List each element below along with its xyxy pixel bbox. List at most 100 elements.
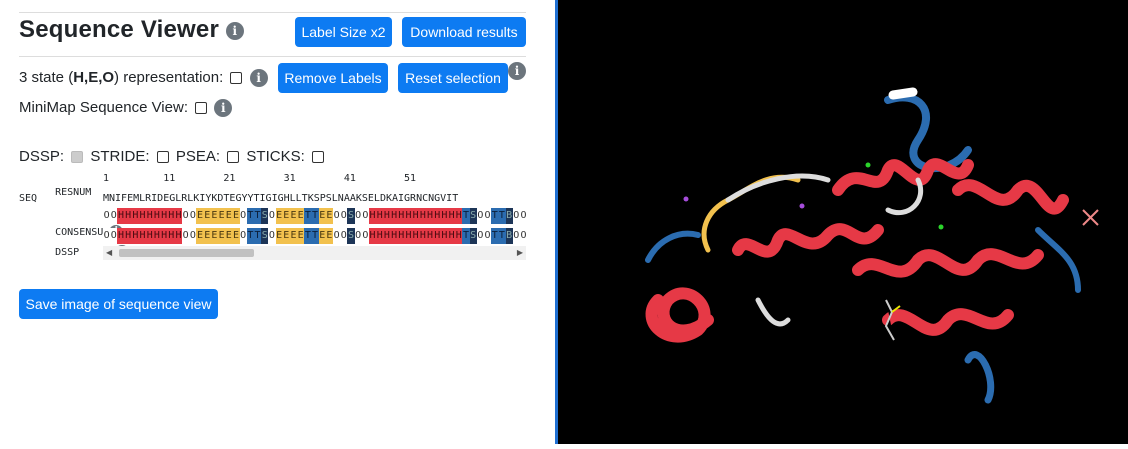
ss-cell[interactable]: H: [368, 228, 377, 244]
ss-cell[interactable]: T: [253, 228, 262, 244]
seq-text[interactable]: MNIFEMLRIDEGLRLKIYKDTEGYYTIGIGHLLTKSPSLN…: [103, 192, 458, 206]
info-icon[interactable]: i: [225, 21, 244, 40]
ss-cell[interactable]: O: [340, 208, 348, 224]
ss-cell[interactable]: S: [261, 208, 269, 224]
ss-cell[interactable]: O: [189, 228, 197, 244]
ss-cell[interactable]: S: [347, 208, 355, 224]
ss-cell[interactable]: O: [110, 228, 118, 244]
ss-cell[interactable]: O: [361, 228, 369, 244]
ss-cell[interactable]: O: [333, 208, 341, 224]
ss-cell[interactable]: E: [297, 208, 305, 224]
ss-cell[interactable]: E: [275, 208, 283, 224]
horizontal-scrollbar[interactable]: ◀ ▶: [103, 246, 526, 260]
ss-cell[interactable]: B: [505, 228, 513, 244]
ss-cell[interactable]: O: [483, 228, 492, 244]
ss-cell[interactable]: T: [498, 208, 506, 224]
ss-cell[interactable]: O: [512, 228, 520, 244]
ss-cell[interactable]: H: [412, 208, 420, 224]
ss-cell[interactable]: H: [419, 228, 427, 244]
stride-checkbox[interactable]: [156, 151, 169, 164]
ss-cell[interactable]: O: [239, 228, 247, 244]
reset-selection-button[interactable]: Reset selection: [398, 63, 508, 93]
ss-cell[interactable]: H: [153, 228, 161, 244]
ss-cell[interactable]: H: [160, 228, 168, 244]
scroll-right-icon[interactable]: ▶: [517, 248, 523, 257]
ss-cell[interactable]: T: [304, 208, 312, 224]
ss-cell[interactable]: E: [218, 228, 226, 244]
ss-cell[interactable]: H: [455, 228, 463, 244]
ss-cell[interactable]: H: [448, 228, 456, 244]
info-icon[interactable]: i: [214, 99, 233, 118]
ss-cell[interactable]: H: [440, 208, 448, 224]
ss-cell[interactable]: H: [412, 228, 420, 244]
ss-cell[interactable]: O: [182, 228, 190, 244]
ss-cell[interactable]: E: [232, 208, 240, 224]
ss-cell[interactable]: E: [210, 208, 218, 224]
ss-cell[interactable]: H: [426, 208, 434, 224]
ss-cell[interactable]: E: [325, 208, 333, 224]
ss-cell[interactable]: B: [505, 208, 513, 224]
ss-cell[interactable]: T: [246, 228, 254, 244]
ss-cell[interactable]: H: [397, 228, 405, 244]
ss-cell[interactable]: H: [167, 208, 175, 224]
ss-cell[interactable]: H: [368, 208, 377, 224]
ss-cell[interactable]: O: [268, 228, 276, 244]
ss-cell[interactable]: T: [462, 208, 470, 224]
ss-cell[interactable]: H: [117, 208, 125, 224]
scroll-left-icon[interactable]: ◀: [106, 248, 112, 257]
ss-cell[interactable]: H: [455, 208, 463, 224]
ss-cell[interactable]: O: [519, 208, 526, 224]
ss-cell[interactable]: H: [174, 208, 183, 224]
ss-cell[interactable]: O: [476, 228, 484, 244]
ss-cell[interactable]: S: [469, 208, 477, 224]
ss-cell[interactable]: H: [167, 228, 175, 244]
ss-cell[interactable]: S: [469, 228, 477, 244]
download-results-button[interactable]: Download results: [402, 17, 526, 47]
ss-cell[interactable]: H: [433, 208, 441, 224]
ss-cell[interactable]: H: [153, 208, 161, 224]
ss-cell[interactable]: O: [519, 228, 526, 244]
ss-cell[interactable]: H: [124, 228, 132, 244]
consensus-track[interactable]: OOHHHHHHHHHOOEEEEEEOTTSOEEEETTEEOOSOOHHH…: [103, 208, 526, 224]
ss-cell[interactable]: T: [491, 208, 499, 224]
ss-cell[interactable]: O: [512, 208, 520, 224]
ss-cell[interactable]: H: [146, 228, 154, 244]
ss-cell[interactable]: H: [433, 228, 441, 244]
ss-cell[interactable]: H: [397, 208, 405, 224]
ss-cell[interactable]: E: [282, 228, 290, 244]
ss-cell[interactable]: H: [390, 228, 398, 244]
ss-cell[interactable]: H: [174, 228, 183, 244]
3d-structure-viewer[interactable]: [558, 0, 1128, 444]
ss-cell[interactable]: T: [491, 228, 499, 244]
ss-cell[interactable]: O: [354, 228, 362, 244]
ss-cell[interactable]: H: [404, 208, 413, 224]
ss-cell[interactable]: H: [131, 208, 139, 224]
ss-cell[interactable]: H: [376, 208, 384, 224]
ss-cell[interactable]: H: [376, 228, 384, 244]
ss-cell[interactable]: H: [383, 228, 391, 244]
ss-cell[interactable]: E: [318, 208, 326, 224]
ss-cell[interactable]: H: [448, 208, 456, 224]
ss-cell[interactable]: T: [311, 228, 319, 244]
remove-labels-button[interactable]: Remove Labels: [278, 63, 388, 93]
info-icon[interactable]: i: [249, 69, 268, 88]
ss-cell[interactable]: H: [404, 228, 413, 244]
ss-cell[interactable]: E: [196, 228, 204, 244]
ss-cell[interactable]: H: [383, 208, 391, 224]
ss-cell[interactable]: H: [419, 208, 427, 224]
ss-cell[interactable]: O: [354, 208, 362, 224]
ss-cell[interactable]: O: [361, 208, 369, 224]
minimap-checkbox[interactable]: [195, 102, 208, 115]
scrollbar-thumb[interactable]: [119, 249, 254, 257]
ss-cell[interactable]: E: [325, 228, 333, 244]
ss-cell[interactable]: O: [239, 208, 247, 224]
ss-cell[interactable]: T: [246, 208, 254, 224]
ss-cell[interactable]: E: [232, 228, 240, 244]
save-image-button[interactable]: Save image of sequence view: [19, 289, 218, 319]
ss-cell[interactable]: H: [138, 208, 147, 224]
ss-cell[interactable]: E: [282, 208, 290, 224]
sticks-checkbox[interactable]: [311, 151, 324, 164]
dssp-track[interactable]: OOHHHHHHHHHOOEEEEEEOTTSOEEEETTEEOOSOOHHH…: [103, 228, 526, 244]
ss-cell[interactable]: E: [289, 208, 298, 224]
ss-cell[interactable]: H: [124, 208, 132, 224]
